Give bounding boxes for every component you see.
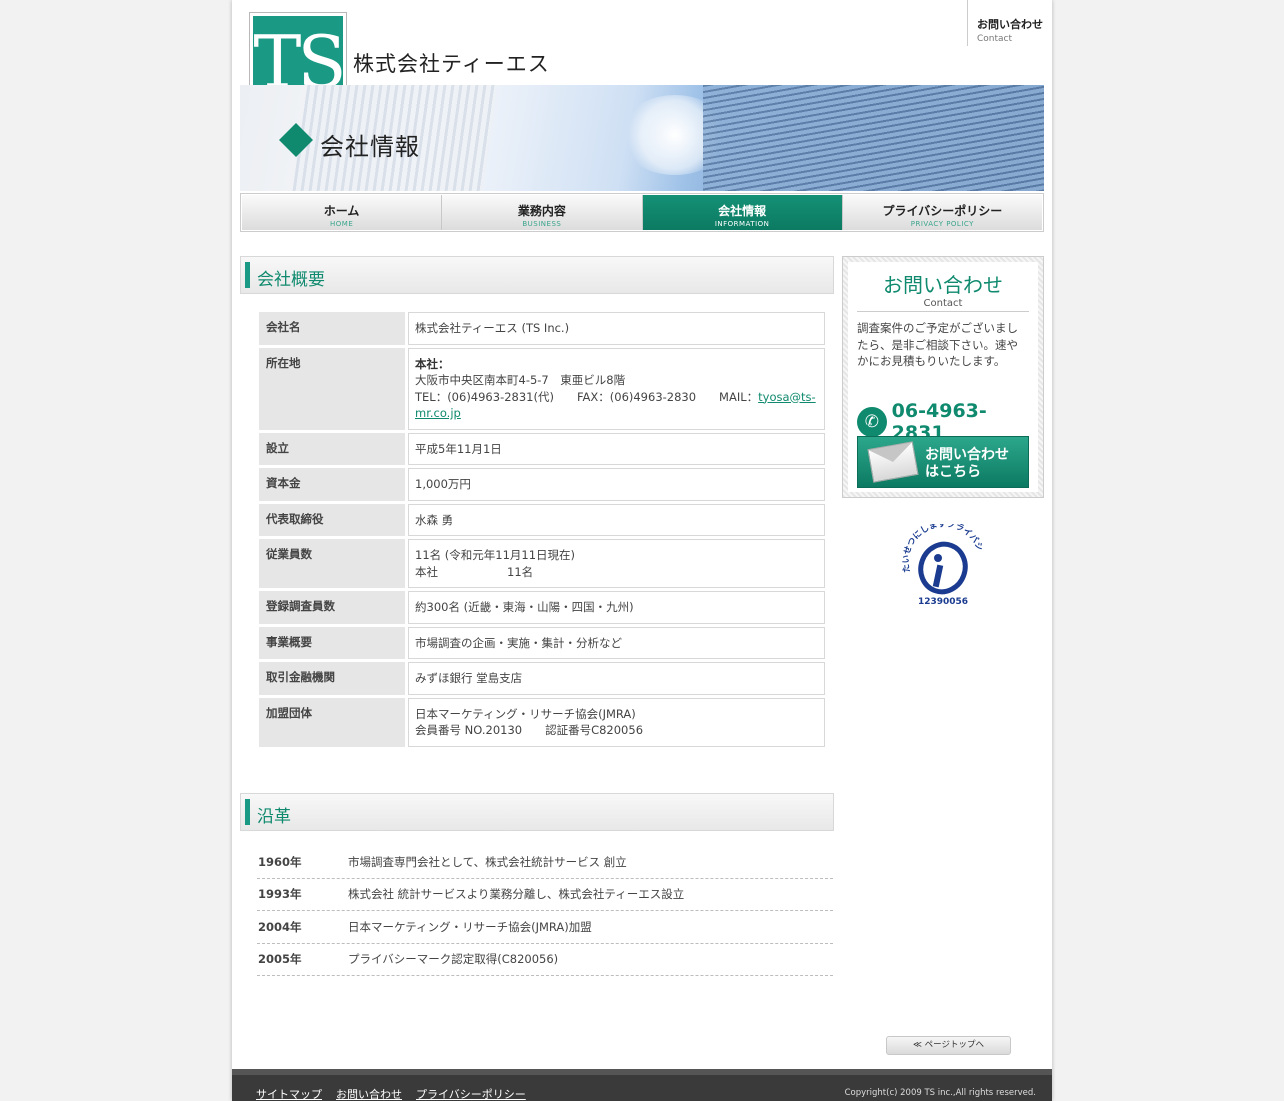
nav-business[interactable]: 業務内容 BUSINESS	[442, 195, 643, 230]
table-row: 登録調査員数 約300名 (近畿・東海・山陽・四国・九州)	[259, 591, 825, 624]
sidebar-contact-message: 調査案件のご予定がございましたら、是非ご相談下さい。速やかにお見積もりいたします…	[857, 321, 1018, 368]
copyright: Copyright(c) 2009 TS inc.,All rights res…	[844, 1088, 1036, 1098]
contact-button-label: お問い合わせ はこちら	[925, 447, 1009, 481]
employees-line2: 本社 11名	[415, 564, 534, 579]
tel-fax-text: TEL：(06)4963-2831(代) FAX：(06)4963-2830 M…	[415, 389, 759, 404]
footer-link-contact[interactable]: お問い合わせ	[336, 1086, 402, 1101]
heading-bar	[245, 799, 250, 825]
page-banner: 会社情報	[240, 85, 1044, 191]
row-value: みずほ銀行 堂島支店	[408, 662, 825, 695]
page-container: TS 株式会社ティーエス お問い合わせ Contact 会社情報 ホーム HOM…	[232, 0, 1052, 1101]
history-event: 株式会社 統計サービスより業務分離し、株式会社ティーエス設立	[348, 887, 685, 902]
row-label: 取引金融機関	[259, 662, 405, 695]
history-heading-text: 沿革	[257, 807, 291, 827]
company-name: 株式会社ティーエス	[353, 52, 550, 76]
row-label: 登録調査員数	[259, 591, 405, 624]
contact-button[interactable]: お問い合わせ はこちら	[857, 436, 1029, 488]
sidebar-contact-box: お問い合わせ Contact 調査案件のご予定がございましたら、是非ご相談下さい…	[842, 256, 1044, 498]
history-year: 1960年	[258, 854, 302, 869]
nav-sublabel: INFORMATION	[714, 220, 770, 228]
heading-bar	[245, 262, 250, 288]
head-office-label: 本社：	[415, 356, 450, 371]
history-event: 日本マーケティング・リサーチ協会(JMRA)加盟	[348, 919, 592, 934]
table-row: 代表取締役 水森 勇	[259, 503, 825, 536]
footer-links: サイトマップ お問い合わせ プライバシーポリシー	[256, 1086, 540, 1101]
nav-sublabel: BUSINESS	[522, 220, 562, 228]
nav-sublabel: PRIVACY POLICY	[910, 220, 974, 228]
row-label: 所在地	[259, 347, 405, 430]
history-heading: 沿革	[240, 793, 834, 831]
table-row: 従業員数 11名 (令和元年11月11日現在) 本社 11名	[259, 539, 825, 588]
row-label: 設立	[259, 432, 405, 465]
header-contact-sublabel: Contact	[977, 34, 1013, 44]
table-row: 加盟団体 日本マーケティング・リサーチ協会(JMRA) 会員番号 NO.2013…	[259, 697, 825, 747]
member-line2: 会員番号 NO.20130 認証番号C820056	[415, 723, 644, 737]
contact-button-line1: お問い合わせ	[925, 447, 1009, 463]
nav-label: 会社情報	[718, 204, 767, 218]
privacy-mark-code: 12390056	[917, 597, 969, 607]
member-line1: 日本マーケティング・リサーチ協会(JMRA)	[415, 706, 636, 721]
global-nav: ホーム HOME 業務内容 BUSINESS 会社情報 INFORMATION …	[240, 193, 1044, 232]
history-year: 1993年	[258, 887, 302, 902]
footer: サイトマップ お問い合わせ プライバシーポリシー Copyright(c) 20…	[232, 1069, 1052, 1101]
nav-label: 業務内容	[517, 204, 566, 218]
overview-heading: 会社概要	[240, 256, 834, 294]
table-row: 設立 平成5年11月1日	[259, 432, 825, 465]
nav-home[interactable]: ホーム HOME	[242, 195, 443, 230]
footer-link-privacy[interactable]: プライバシーポリシー	[416, 1086, 526, 1101]
row-label: 事業概要	[259, 626, 405, 659]
nav-sublabel: HOME	[330, 220, 354, 228]
row-value: 水森 勇	[408, 503, 825, 536]
page-title: 会社情報	[320, 133, 420, 161]
address-text: 大阪市中央区南本町4-5-7 東亜ビル8階	[415, 373, 626, 387]
row-value: 日本マーケティング・リサーチ協会(JMRA) 会員番号 NO.20130 認証番…	[408, 697, 825, 747]
history-list: 1960年 市場調査専門会社として、株式会社統計サービス 創立 1993年 株式…	[257, 846, 833, 976]
row-value: 平成5年11月1日	[408, 432, 825, 465]
row-value-address: 本社： 大阪市中央区南本町4-5-7 東亜ビル8階 TEL：(06)4963-2…	[408, 347, 825, 430]
table-row: 事業概要 市場調査の企画・実施・集計・分析など	[259, 626, 825, 659]
list-item: 1960年 市場調査専門会社として、株式会社統計サービス 創立	[257, 846, 833, 879]
header-contact-link[interactable]: お問い合わせ Contact	[967, 0, 1047, 46]
employees-line1: 11名 (令和元年11月11日現在)	[415, 548, 576, 562]
overview-heading-text: 会社概要	[257, 270, 325, 290]
history-event: 市場調査専門会社として、株式会社統計サービス 創立	[348, 854, 627, 869]
list-item: 2004年 日本マーケティング・リサーチ協会(JMRA)加盟	[257, 911, 833, 944]
row-label: 代表取締役	[259, 503, 405, 536]
sidebar-contact-subtitle: Contact	[857, 298, 1029, 312]
table-row: 資本金 1,000万円	[259, 468, 825, 501]
list-item: 1993年 株式会社 統計サービスより業務分離し、株式会社ティーエス設立	[257, 879, 833, 911]
page-top-button[interactable]: ≪ ページトップへ	[886, 1036, 1011, 1055]
row-label: 加盟団体	[259, 697, 405, 747]
history-event: プライバシーマーク認定取得(C820056)	[348, 952, 559, 967]
footer-link-sitemap[interactable]: サイトマップ	[256, 1086, 322, 1101]
company-info-table: 会社名 株式会社ティーエス (TS Inc.) 所在地 本社： 大阪市中央区南本…	[256, 309, 828, 750]
sidebar-contact-inner: お問い合わせ Contact 調査案件のご予定がございましたら、是非ご相談下さい…	[848, 262, 1038, 492]
table-row: 所在地 本社： 大阪市中央区南本町4-5-7 東亜ビル8階 TEL：(06)49…	[259, 347, 825, 430]
row-value: 約300名 (近畿・東海・山陽・四国・九州)	[408, 591, 825, 624]
nav-label: ホーム	[323, 204, 360, 218]
sidebar-contact-title: お問い合わせ	[883, 273, 1003, 297]
history-year: 2005年	[258, 952, 302, 967]
row-value: 1,000万円	[408, 468, 825, 501]
phone-icon: ✆	[857, 407, 887, 437]
row-value: 11名 (令和元年11月11日現在) 本社 11名	[408, 539, 825, 588]
nav-privacy-policy[interactable]: プライバシーポリシー PRIVACY POLICY	[842, 195, 1042, 230]
row-label: 資本金	[259, 468, 405, 501]
table-row: 会社名 株式会社ティーエス (TS Inc.)	[259, 312, 825, 345]
list-item: 2005年 プライバシーマーク認定取得(C820056)	[257, 944, 833, 976]
row-value: 株式会社ティーエス (TS Inc.)	[408, 312, 825, 345]
privacy-mark-icon: たいせつにしますプライバシー	[896, 517, 984, 595]
row-label: 会社名	[259, 312, 405, 345]
contact-button-line2: はこちら	[925, 464, 981, 480]
banner-building-right	[703, 85, 1044, 191]
history-year: 2004年	[258, 919, 302, 934]
nav-information[interactable]: 会社情報 INFORMATION	[642, 195, 843, 230]
envelope-icon	[867, 441, 919, 483]
privacy-mark-logo[interactable]: たいせつにしますプライバシー 12390056	[896, 517, 986, 610]
nav-label: プライバシーポリシー	[882, 204, 1003, 218]
table-row: 取引金融機関 みずほ銀行 堂島支店	[259, 662, 825, 695]
row-value: 市場調査の企画・実施・集計・分析など	[408, 626, 825, 659]
row-label: 従業員数	[259, 539, 405, 588]
header-contact-label: お問い合わせ	[977, 18, 1043, 31]
